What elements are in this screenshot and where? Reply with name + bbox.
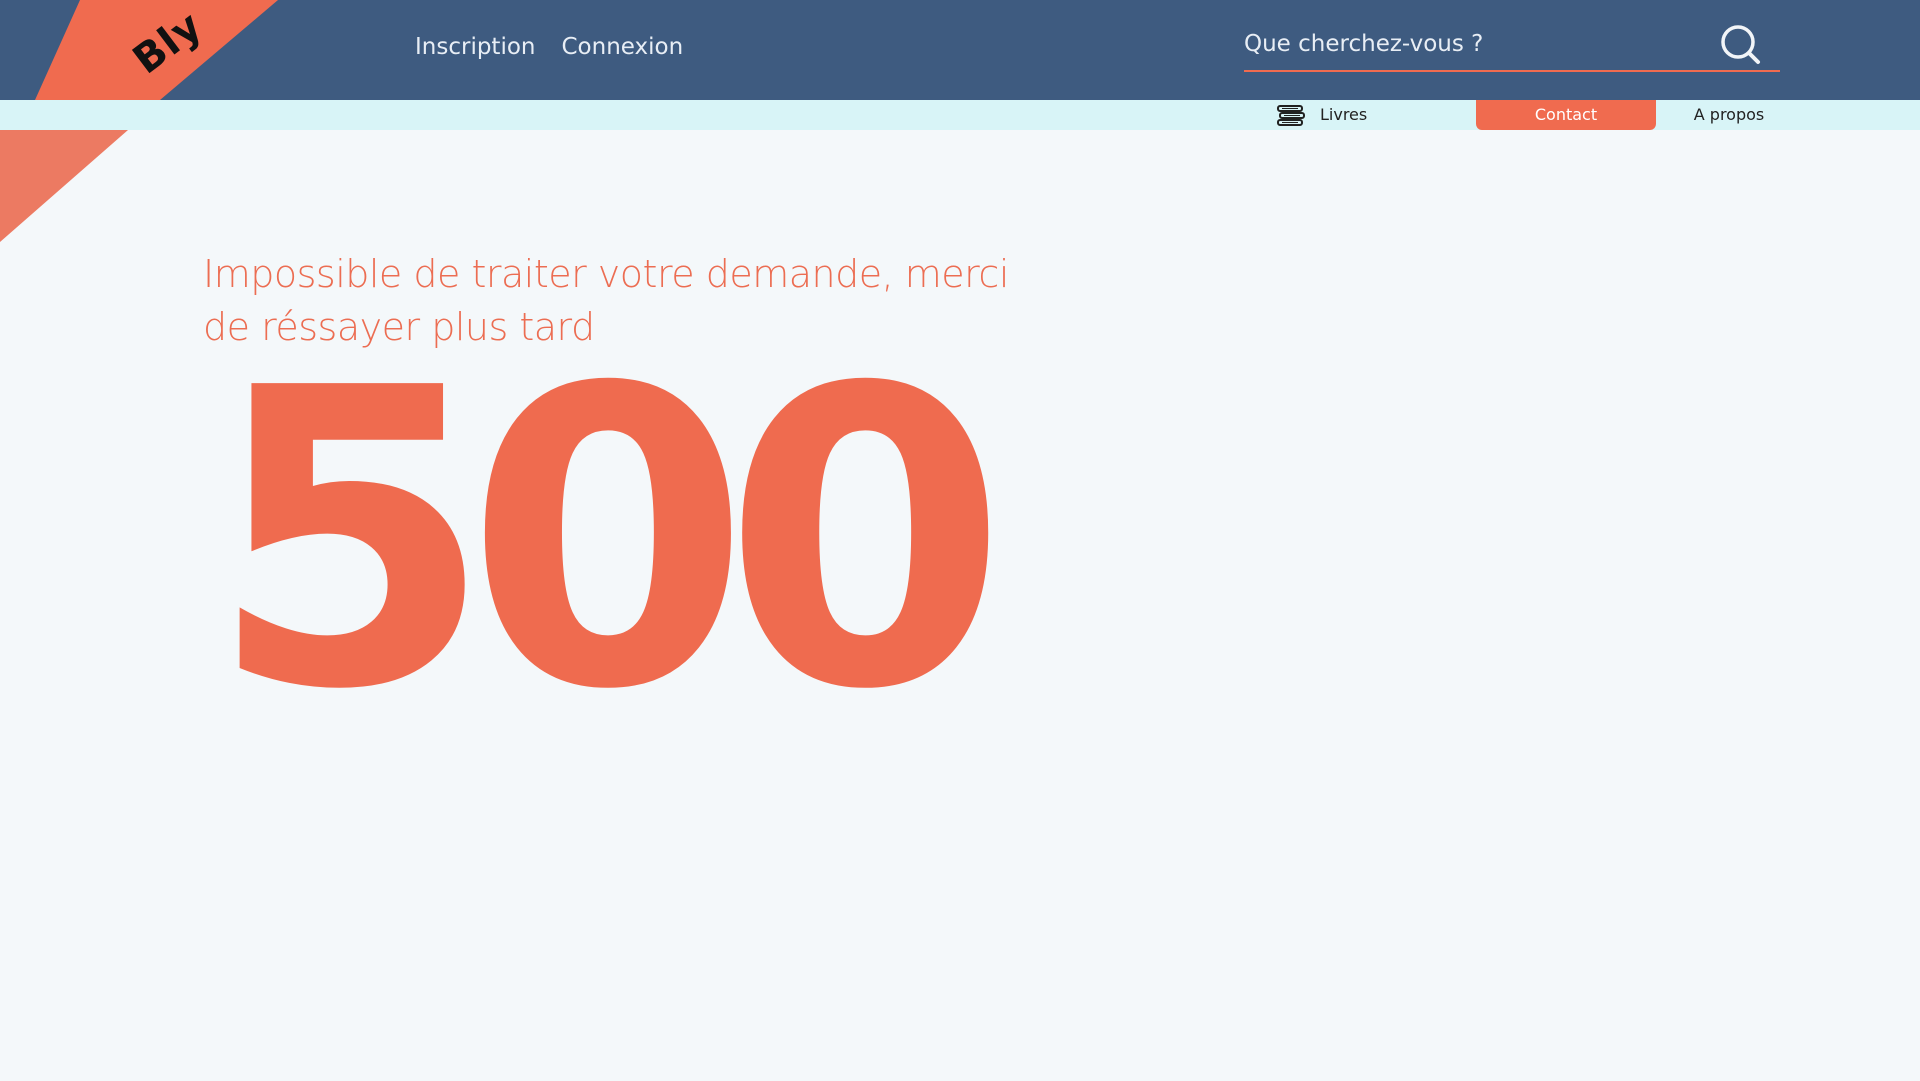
books-icon [1277, 105, 1305, 126]
search-bar [1244, 20, 1780, 72]
top-header: Bly Inscription Connexion [0, 0, 1920, 100]
login-link[interactable]: Connexion [562, 34, 684, 60]
nav-item-contact[interactable]: Contact [1476, 100, 1656, 130]
category-nav: Livres Contact A propos [0, 100, 1920, 130]
signup-link[interactable]: Inscription [415, 34, 536, 60]
nav-item-about[interactable]: A propos [1660, 100, 1798, 130]
corner-decoration [0, 130, 128, 242]
logo[interactable]: Bly [0, 0, 290, 100]
error-code: 500 [208, 301, 1008, 779]
search-input[interactable] [1244, 26, 1714, 62]
nav-item-books[interactable]: Livres [1276, 100, 1406, 130]
page: Bly Inscription Connexion Livres [0, 0, 1920, 1081]
nav-item-books-label: Livres [1320, 105, 1368, 124]
search-icon[interactable] [1718, 22, 1762, 66]
account-nav: Inscription Connexion [415, 34, 683, 60]
